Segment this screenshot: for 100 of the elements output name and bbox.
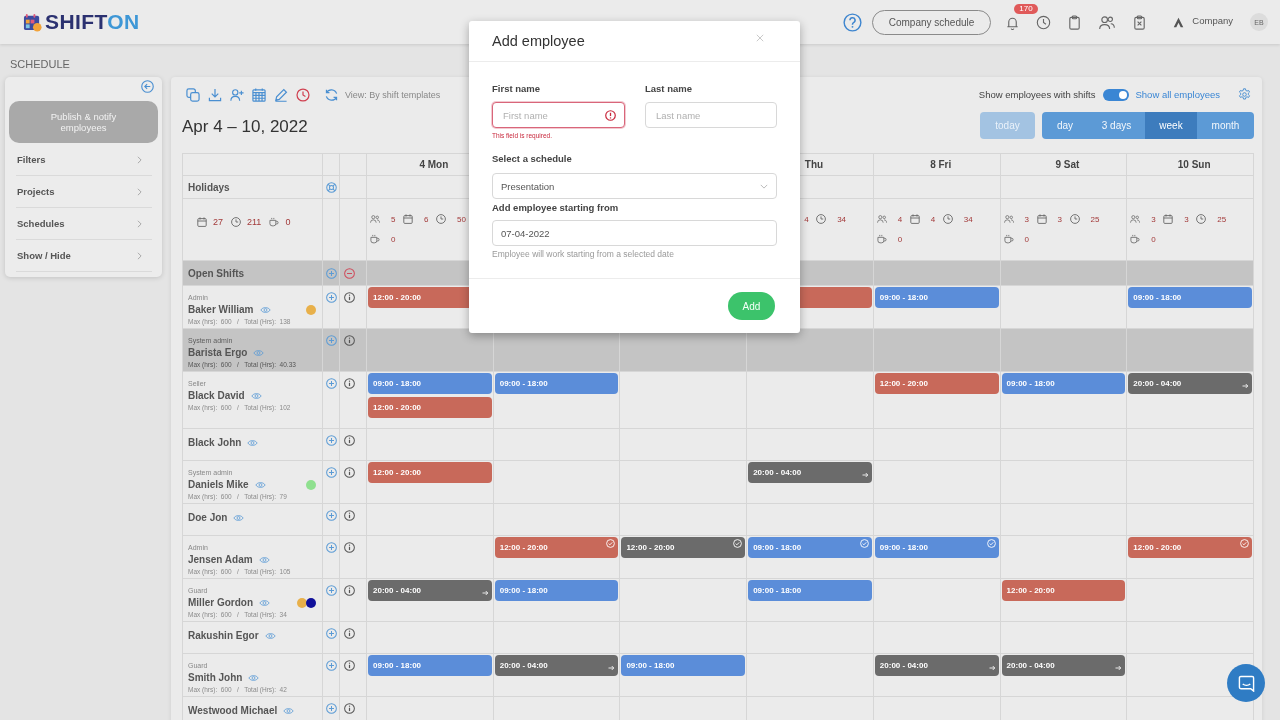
shift-block[interactable]: 20:00 - 04:00 bbox=[748, 462, 872, 483]
view-mode-label[interactable]: View: By shift templates bbox=[345, 90, 441, 100]
eye-icon[interactable] bbox=[253, 348, 265, 357]
eye-icon[interactable] bbox=[233, 513, 245, 522]
employee-name[interactable]: Black John bbox=[188, 437, 242, 448]
info-icon[interactable] bbox=[344, 292, 355, 303]
shift-block[interactable]: 12:00 - 20:00 bbox=[494, 537, 619, 558]
sidebar-item-label[interactable]: Schedules bbox=[17, 218, 65, 229]
clipboard-icon[interactable] bbox=[1067, 14, 1083, 30]
add-icon[interactable] bbox=[325, 510, 337, 521]
download-icon[interactable] bbox=[208, 88, 222, 102]
shift-block[interactable]: 20:00 - 04:00 bbox=[1128, 373, 1252, 394]
copy-icon[interactable] bbox=[186, 88, 200, 102]
shift-block[interactable]: 20:00 - 04:00 bbox=[494, 655, 619, 676]
close-icon[interactable] bbox=[756, 34, 764, 42]
shift-block[interactable]: 09:00 - 18:00 bbox=[494, 580, 619, 601]
add-icon[interactable] bbox=[325, 542, 337, 553]
add-icon[interactable] bbox=[325, 703, 337, 714]
add-icon[interactable] bbox=[325, 467, 337, 478]
toggle-switch[interactable] bbox=[1102, 88, 1129, 101]
remove-icon[interactable] bbox=[344, 267, 355, 279]
shift-block[interactable]: 09:00 - 18:00 bbox=[874, 287, 999, 308]
sidebar-item[interactable]: Show / Hide bbox=[16, 240, 152, 272]
shift-block[interactable]: 20:00 - 04:00 bbox=[1001, 655, 1126, 676]
add-icon[interactable] bbox=[325, 267, 337, 279]
start-date-field[interactable]: 07-04-2022 bbox=[492, 220, 777, 246]
add-icon[interactable] bbox=[325, 335, 337, 346]
info-icon[interactable] bbox=[344, 510, 355, 521]
eye-icon[interactable] bbox=[283, 706, 295, 715]
shift-block[interactable]: 09:00 - 18:00 bbox=[494, 373, 619, 394]
lifebuoy-icon[interactable] bbox=[325, 181, 337, 193]
employee-name[interactable]: Barista Ergo bbox=[188, 347, 248, 358]
info-icon[interactable] bbox=[344, 660, 355, 671]
shift-block[interactable]: 20:00 - 04:00 bbox=[874, 655, 999, 676]
shift-block[interactable]: 09:00 - 18:00 bbox=[748, 580, 872, 601]
shift-block[interactable]: 12:00 - 20:00 bbox=[1001, 580, 1126, 601]
employee-name[interactable]: Westwood Michael bbox=[188, 705, 278, 716]
pencil-icon[interactable] bbox=[274, 88, 288, 102]
info-icon[interactable] bbox=[344, 378, 355, 389]
add-icon[interactable] bbox=[325, 660, 337, 671]
first-name-field[interactable]: First name bbox=[492, 102, 625, 128]
refresh-icon[interactable] bbox=[324, 88, 339, 102]
clipboard-x-icon[interactable] bbox=[1132, 14, 1148, 30]
sidebar-item[interactable]: Schedules bbox=[16, 208, 152, 240]
last-name-field[interactable]: Last name bbox=[645, 102, 777, 128]
info-icon[interactable] bbox=[344, 628, 355, 639]
eye-icon[interactable] bbox=[259, 305, 271, 314]
shift-block[interactable]: 12:00 - 20:00 bbox=[368, 462, 492, 483]
shift-block[interactable]: 09:00 - 18:00 bbox=[368, 655, 492, 676]
employee-name[interactable]: Daniels Mike bbox=[188, 479, 249, 490]
info-icon[interactable] bbox=[344, 335, 355, 346]
employee-name[interactable]: Doe Jon bbox=[188, 512, 228, 523]
add-icon[interactable] bbox=[325, 435, 337, 446]
info-icon[interactable] bbox=[344, 435, 355, 446]
employee-name[interactable]: Baker William bbox=[188, 304, 254, 315]
shift-block[interactable]: 12:00 - 20:00 bbox=[368, 397, 492, 418]
eye-icon[interactable] bbox=[248, 673, 260, 682]
add-icon[interactable] bbox=[325, 292, 337, 303]
eye-icon[interactable] bbox=[259, 598, 270, 607]
add-icon[interactable] bbox=[325, 378, 337, 389]
employee-name[interactable]: Black David bbox=[188, 390, 245, 401]
view-tab[interactable]: day bbox=[1042, 112, 1088, 139]
employee-name[interactable]: Miller Gordon bbox=[188, 597, 253, 608]
collapse-icon[interactable] bbox=[141, 80, 154, 93]
eye-icon[interactable] bbox=[247, 438, 259, 447]
eye-icon[interactable] bbox=[250, 391, 262, 400]
clock-icon[interactable] bbox=[1036, 14, 1052, 30]
eye-icon[interactable] bbox=[264, 631, 276, 640]
shift-block[interactable]: 09:00 - 18:00 bbox=[1128, 287, 1252, 308]
add-icon[interactable] bbox=[325, 585, 337, 596]
view-tab[interactable]: 3 days bbox=[1088, 112, 1145, 139]
shift-block[interactable]: 12:00 - 20:00 bbox=[1128, 537, 1252, 558]
show-all-employees-link[interactable]: Show all employees bbox=[1135, 89, 1220, 100]
view-tab[interactable]: week bbox=[1145, 112, 1197, 139]
eye-icon[interactable] bbox=[254, 480, 266, 489]
employee-name[interactable]: Rakushin Egor bbox=[188, 630, 259, 641]
view-tab[interactable]: month bbox=[1197, 112, 1254, 139]
shift-block[interactable]: 20:00 - 04:00 bbox=[368, 580, 492, 601]
info-icon[interactable] bbox=[344, 467, 355, 478]
employee-name[interactable]: Jensen Adam bbox=[188, 554, 253, 565]
shift-block[interactable]: 09:00 - 18:00 bbox=[368, 373, 492, 394]
sidebar-item[interactable]: Filters bbox=[16, 144, 152, 176]
calendar-icon[interactable] bbox=[252, 88, 266, 102]
info-icon[interactable] bbox=[344, 703, 355, 714]
shift-block[interactable]: 09:00 - 18:00 bbox=[748, 537, 872, 558]
sidebar-item-label[interactable]: Show / Hide bbox=[17, 250, 71, 261]
people-icon[interactable] bbox=[1098, 14, 1117, 30]
sidebar-item-label[interactable]: Projects bbox=[17, 186, 55, 197]
shift-block[interactable]: 09:00 - 18:00 bbox=[874, 537, 999, 558]
schedule-select[interactable]: Presentation bbox=[492, 173, 777, 199]
shift-block[interactable]: 12:00 - 20:00 bbox=[621, 537, 746, 558]
help-icon[interactable] bbox=[842, 12, 862, 32]
company-name[interactable]: Company bbox=[1192, 14, 1233, 26]
shift-block[interactable]: 12:00 - 20:00 bbox=[874, 373, 999, 394]
sidebar-item[interactable]: Projects bbox=[16, 176, 152, 208]
eye-icon[interactable] bbox=[258, 555, 270, 564]
add-icon[interactable] bbox=[325, 628, 337, 639]
shift-block[interactable]: 09:00 - 18:00 bbox=[621, 655, 746, 676]
clock-icon[interactable] bbox=[296, 88, 310, 102]
employee-name[interactable]: Smith John bbox=[188, 672, 243, 683]
